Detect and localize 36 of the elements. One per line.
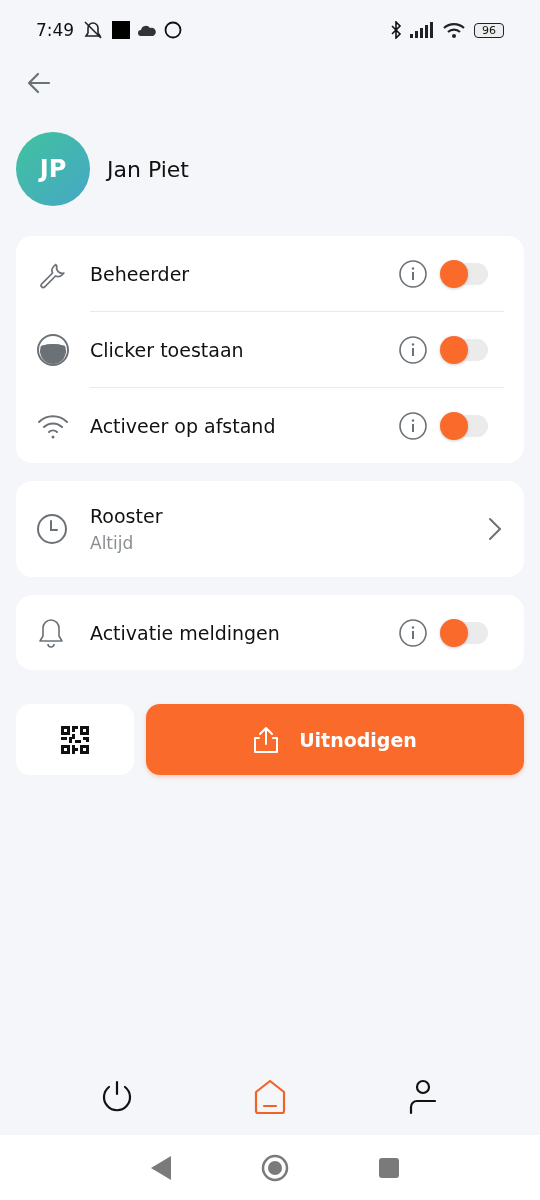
battery-level: 96 <box>474 22 504 38</box>
setting-label: Activeer op afstand <box>90 414 277 437</box>
clock-time: 7:49 <box>36 20 75 40</box>
info-icon[interactable] <box>398 617 428 648</box>
avatar: JP <box>16 132 90 206</box>
toggle-switch[interactable] <box>442 621 488 644</box>
signal-icon <box>410 22 434 38</box>
toggle-switch[interactable] <box>442 338 488 361</box>
info-icon[interactable] <box>398 410 428 441</box>
back-button[interactable] <box>26 70 52 96</box>
info-icon[interactable] <box>398 258 428 289</box>
wifi-icon <box>442 21 466 39</box>
info-icon[interactable] <box>398 334 428 365</box>
chevron-right-icon[interactable] <box>488 517 502 541</box>
setting-label: Clicker toestaan <box>90 338 245 361</box>
bell-icon <box>36 616 66 649</box>
toggle-switch[interactable] <box>442 414 488 437</box>
user-name: Jan Piet <box>107 156 189 182</box>
invite-button[interactable]: Uitnodigen <box>146 704 524 775</box>
back-triangle-icon[interactable] <box>151 1155 171 1180</box>
circle-icon <box>164 21 183 39</box>
home-circle-icon[interactable] <box>261 1153 289 1182</box>
clock-icon <box>36 513 68 545</box>
bluetooth-icon <box>390 21 402 39</box>
qr-code-icon <box>61 725 89 754</box>
setting-label: Beheerder <box>90 262 191 285</box>
round-device-icon <box>36 332 70 367</box>
setting-label: Rooster <box>90 505 164 527</box>
setting-label: Activatie meldingen <box>90 621 281 644</box>
setting-value: Altijd <box>90 533 135 553</box>
square-icon <box>112 21 131 39</box>
share-icon <box>253 725 280 754</box>
qr-code-button[interactable] <box>16 704 134 775</box>
cloud-icon <box>138 24 157 36</box>
recents-square-icon[interactable] <box>379 1157 399 1178</box>
toggle-switch[interactable] <box>442 262 488 285</box>
